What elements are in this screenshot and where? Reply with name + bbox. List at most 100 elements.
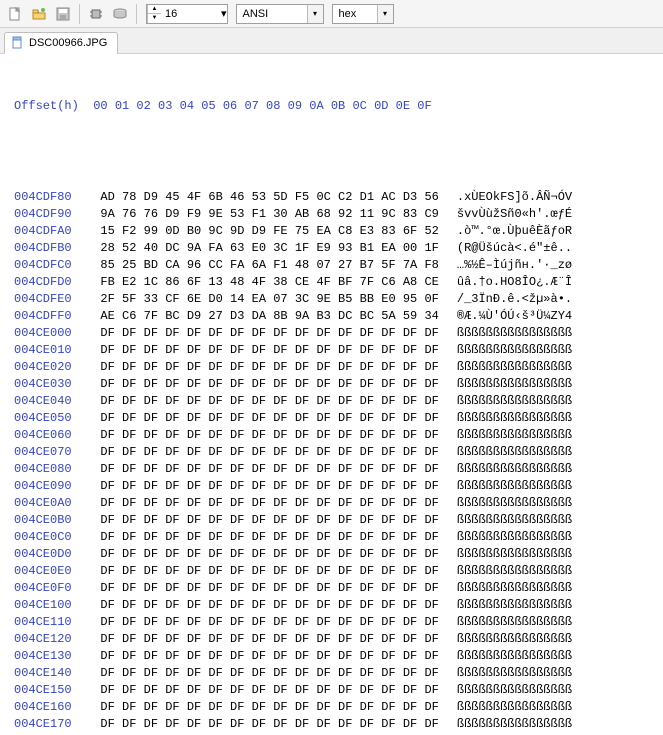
row-hex[interactable]: DF DF DF DF DF DF DF DF DF DF DF DF DF D…	[100, 478, 438, 495]
hex-row[interactable]: 004CE0A0 DF DF DF DF DF DF DF DF DF DF D…	[14, 495, 653, 512]
hex-row[interactable]: 004CE070 DF DF DF DF DF DF DF DF DF DF D…	[14, 444, 653, 461]
hex-row[interactable]: 004CE150 DF DF DF DF DF DF DF DF DF DF D…	[14, 682, 653, 699]
encoding-combo[interactable]: ANSI ▾	[236, 4, 324, 24]
row-hex[interactable]: 28 52 40 DC 9A FA 63 E0 3C 1F E9 93 B1 E…	[100, 240, 438, 257]
row-hex[interactable]: DF DF DF DF DF DF DF DF DF DF DF DF DF D…	[100, 359, 438, 376]
disk-button[interactable]	[109, 3, 131, 25]
chevron-down-icon[interactable]: ▾	[221, 7, 227, 20]
row-ascii[interactable]: švvÙùžSñ0«h'.œƒÉ	[457, 206, 572, 223]
bytes-per-row-stepper[interactable]: ▲▼ ▾	[146, 4, 228, 24]
save-button[interactable]	[52, 3, 74, 25]
bytes-per-row-input[interactable]	[161, 5, 221, 23]
row-ascii[interactable]: ßßßßßßßßßßßßßßßß	[457, 359, 572, 376]
hex-row[interactable]: 004CE050 DF DF DF DF DF DF DF DF DF DF D…	[14, 410, 653, 427]
hex-row[interactable]: 004CE0B0 DF DF DF DF DF DF DF DF DF DF D…	[14, 512, 653, 529]
row-hex[interactable]: DF DF DF DF DF DF DF DF DF DF DF DF DF D…	[100, 597, 438, 614]
hex-row[interactable]: 004CE090 DF DF DF DF DF DF DF DF DF DF D…	[14, 478, 653, 495]
row-hex[interactable]: DF DF DF DF DF DF DF DF DF DF DF DF DF D…	[100, 580, 438, 597]
hex-row[interactable]: 004CE100 DF DF DF DF DF DF DF DF DF DF D…	[14, 597, 653, 614]
row-hex[interactable]: DF DF DF DF DF DF DF DF DF DF DF DF DF D…	[100, 614, 438, 631]
hex-row[interactable]: 004CE110 DF DF DF DF DF DF DF DF DF DF D…	[14, 614, 653, 631]
row-ascii[interactable]: ßßßßßßßßßßßßßßßß	[457, 580, 572, 597]
hex-row[interactable]: 004CE040 DF DF DF DF DF DF DF DF DF DF D…	[14, 393, 653, 410]
row-hex[interactable]: DF DF DF DF DF DF DF DF DF DF DF DF DF D…	[100, 529, 438, 546]
row-ascii[interactable]: ßßßßßßßßßßßßßßßß	[457, 546, 572, 563]
row-ascii[interactable]: ßßßßßßßßßßßßßßßß	[457, 563, 572, 580]
row-hex[interactable]: AD 78 D9 45 4F 6B 46 53 5D F5 0C C2 D1 A…	[100, 189, 438, 206]
chevron-down-icon[interactable]: ▾	[307, 5, 323, 23]
row-ascii[interactable]: ßßßßßßßßßßßßßßßß	[457, 699, 572, 716]
row-hex[interactable]: DF DF DF DF DF DF DF DF DF DF DF DF DF D…	[100, 699, 438, 716]
row-ascii[interactable]: ®Æ.¼Ù'ÓÚ‹š³Ü¼ZY4	[457, 308, 572, 325]
row-ascii[interactable]: ßßßßßßßßßßßßßßßß	[457, 393, 572, 410]
row-hex[interactable]: DF DF DF DF DF DF DF DF DF DF DF DF DF D…	[100, 444, 438, 461]
hex-row[interactable]: 004CDFB0 28 52 40 DC 9A FA 63 E0 3C 1F E…	[14, 240, 653, 257]
row-ascii[interactable]: ßßßßßßßßßßßßßßßß	[457, 682, 572, 699]
row-ascii[interactable]: ßßßßßßßßßßßßßßßß	[457, 665, 572, 682]
hex-row[interactable]: 004CDF90 9A 76 76 D9 F9 9E 53 F1 30 AB 6…	[14, 206, 653, 223]
hex-row[interactable]: 004CE030 DF DF DF DF DF DF DF DF DF DF D…	[14, 376, 653, 393]
hex-row[interactable]: 004CE080 DF DF DF DF DF DF DF DF DF DF D…	[14, 461, 653, 478]
row-ascii[interactable]: .ò™.°œ.ÙþuêÈãƒoR	[457, 223, 572, 240]
row-hex[interactable]: DF DF DF DF DF DF DF DF DF DF DF DF DF D…	[100, 512, 438, 529]
hex-row[interactable]: 004CDFA0 15 F2 99 0D B0 9C 9D D9 FE 75 E…	[14, 223, 653, 240]
row-hex[interactable]: FB E2 1C 86 6F 13 48 4F 38 CE 4F BF 7F C…	[100, 274, 438, 291]
row-ascii[interactable]: ßßßßßßßßßßßßßßßß	[457, 648, 572, 665]
row-hex[interactable]: DF DF DF DF DF DF DF DF DF DF DF DF DF D…	[100, 716, 438, 733]
row-ascii[interactable]: ßßßßßßßßßßßßßßßß	[457, 597, 572, 614]
chip-button[interactable]	[85, 3, 107, 25]
hex-row[interactable]: 004CDF80 AD 78 D9 45 4F 6B 46 53 5D F5 0…	[14, 189, 653, 206]
row-ascii[interactable]: ßßßßßßßßßßßßßßßß	[457, 461, 572, 478]
row-hex[interactable]: DF DF DF DF DF DF DF DF DF DF DF DF DF D…	[100, 427, 438, 444]
hex-row[interactable]: 004CDFC0 85 25 BD CA 96 CC FA 6A F1 48 0…	[14, 257, 653, 274]
row-ascii[interactable]: /_3ÏnÐ.ê.<žµ»à•.	[457, 291, 572, 308]
row-hex[interactable]: DF DF DF DF DF DF DF DF DF DF DF DF DF D…	[100, 665, 438, 682]
row-hex[interactable]: DF DF DF DF DF DF DF DF DF DF DF DF DF D…	[100, 546, 438, 563]
row-hex[interactable]: DF DF DF DF DF DF DF DF DF DF DF DF DF D…	[100, 648, 438, 665]
step-down-icon[interactable]: ▼	[148, 14, 161, 23]
row-hex[interactable]: AE C6 7F BC D9 27 D3 DA 8B 9A B3 DC BC 5…	[100, 308, 438, 325]
hex-view[interactable]: Offset(h) 00 01 02 03 04 05 06 07 08 09 …	[0, 54, 663, 735]
row-ascii[interactable]: ßßßßßßßßßßßßßßßß	[457, 478, 572, 495]
row-ascii[interactable]: ßßßßßßßßßßßßßßßß	[457, 495, 572, 512]
row-hex[interactable]: DF DF DF DF DF DF DF DF DF DF DF DF DF D…	[100, 563, 438, 580]
row-ascii[interactable]: …%½Ê–Ìújñн.'·_zø	[457, 257, 572, 274]
hex-row[interactable]: 004CE010 DF DF DF DF DF DF DF DF DF DF D…	[14, 342, 653, 359]
row-ascii[interactable]: .xÙEOkFS]õ.ÂÑ¬ÓV	[457, 189, 572, 206]
row-hex[interactable]: DF DF DF DF DF DF DF DF DF DF DF DF DF D…	[100, 393, 438, 410]
row-hex[interactable]: 2F 5F 33 CF 6E D0 14 EA 07 3C 9E B5 BB E…	[100, 291, 438, 308]
row-ascii[interactable]: ßßßßßßßßßßßßßßßß	[457, 631, 572, 648]
row-ascii[interactable]: ßßßßßßßßßßßßßßßß	[457, 410, 572, 427]
row-hex[interactable]: DF DF DF DF DF DF DF DF DF DF DF DF DF D…	[100, 461, 438, 478]
hex-row[interactable]: 004CDFD0 FB E2 1C 86 6F 13 48 4F 38 CE 4…	[14, 274, 653, 291]
hex-row[interactable]: 004CDFE0 2F 5F 33 CF 6E D0 14 EA 07 3C 9…	[14, 291, 653, 308]
hex-row[interactable]: 004CE0C0 DF DF DF DF DF DF DF DF DF DF D…	[14, 529, 653, 546]
display-mode-combo[interactable]: hex ▾	[332, 4, 394, 24]
row-hex[interactable]: DF DF DF DF DF DF DF DF DF DF DF DF DF D…	[100, 325, 438, 342]
row-ascii[interactable]: ßßßßßßßßßßßßßßßß	[457, 427, 572, 444]
open-button[interactable]	[28, 3, 50, 25]
hex-row[interactable]: 004CE140 DF DF DF DF DF DF DF DF DF DF D…	[14, 665, 653, 682]
row-ascii[interactable]: ßßßßßßßßßßßßßßßß	[457, 342, 572, 359]
hex-row[interactable]: 004CE130 DF DF DF DF DF DF DF DF DF DF D…	[14, 648, 653, 665]
row-ascii[interactable]: ßßßßßßßßßßßßßßßß	[457, 325, 572, 342]
row-hex[interactable]: DF DF DF DF DF DF DF DF DF DF DF DF DF D…	[100, 376, 438, 393]
hex-row[interactable]: 004CE060 DF DF DF DF DF DF DF DF DF DF D…	[14, 427, 653, 444]
hex-row[interactable]: 004CE0E0 DF DF DF DF DF DF DF DF DF DF D…	[14, 563, 653, 580]
row-hex[interactable]: 9A 76 76 D9 F9 9E 53 F1 30 AB 68 92 11 9…	[100, 206, 438, 223]
step-up-icon[interactable]: ▲	[148, 5, 161, 14]
hex-row[interactable]: 004CE120 DF DF DF DF DF DF DF DF DF DF D…	[14, 631, 653, 648]
row-ascii[interactable]: ßßßßßßßßßßßßßßßß	[457, 529, 572, 546]
new-button[interactable]	[4, 3, 26, 25]
row-ascii[interactable]: (R@Üšúcà<.é"±ê..	[457, 240, 572, 257]
row-hex[interactable]: 15 F2 99 0D B0 9C 9D D9 FE 75 EA C8 E3 8…	[100, 223, 438, 240]
row-ascii[interactable]: ßßßßßßßßßßßßßßßß	[457, 376, 572, 393]
row-ascii[interactable]: ßßßßßßßßßßßßßßßß	[457, 716, 572, 733]
chevron-down-icon[interactable]: ▾	[377, 5, 393, 23]
hex-row[interactable]: 004CE000 DF DF DF DF DF DF DF DF DF DF D…	[14, 325, 653, 342]
hex-row[interactable]: 004CDFF0 AE C6 7F BC D9 27 D3 DA 8B 9A B…	[14, 308, 653, 325]
row-hex[interactable]: 85 25 BD CA 96 CC FA 6A F1 48 07 27 B7 5…	[100, 257, 438, 274]
row-hex[interactable]: DF DF DF DF DF DF DF DF DF DF DF DF DF D…	[100, 342, 438, 359]
file-tab[interactable]: DSC00966.JPG	[4, 32, 118, 54]
row-hex[interactable]: DF DF DF DF DF DF DF DF DF DF DF DF DF D…	[100, 631, 438, 648]
